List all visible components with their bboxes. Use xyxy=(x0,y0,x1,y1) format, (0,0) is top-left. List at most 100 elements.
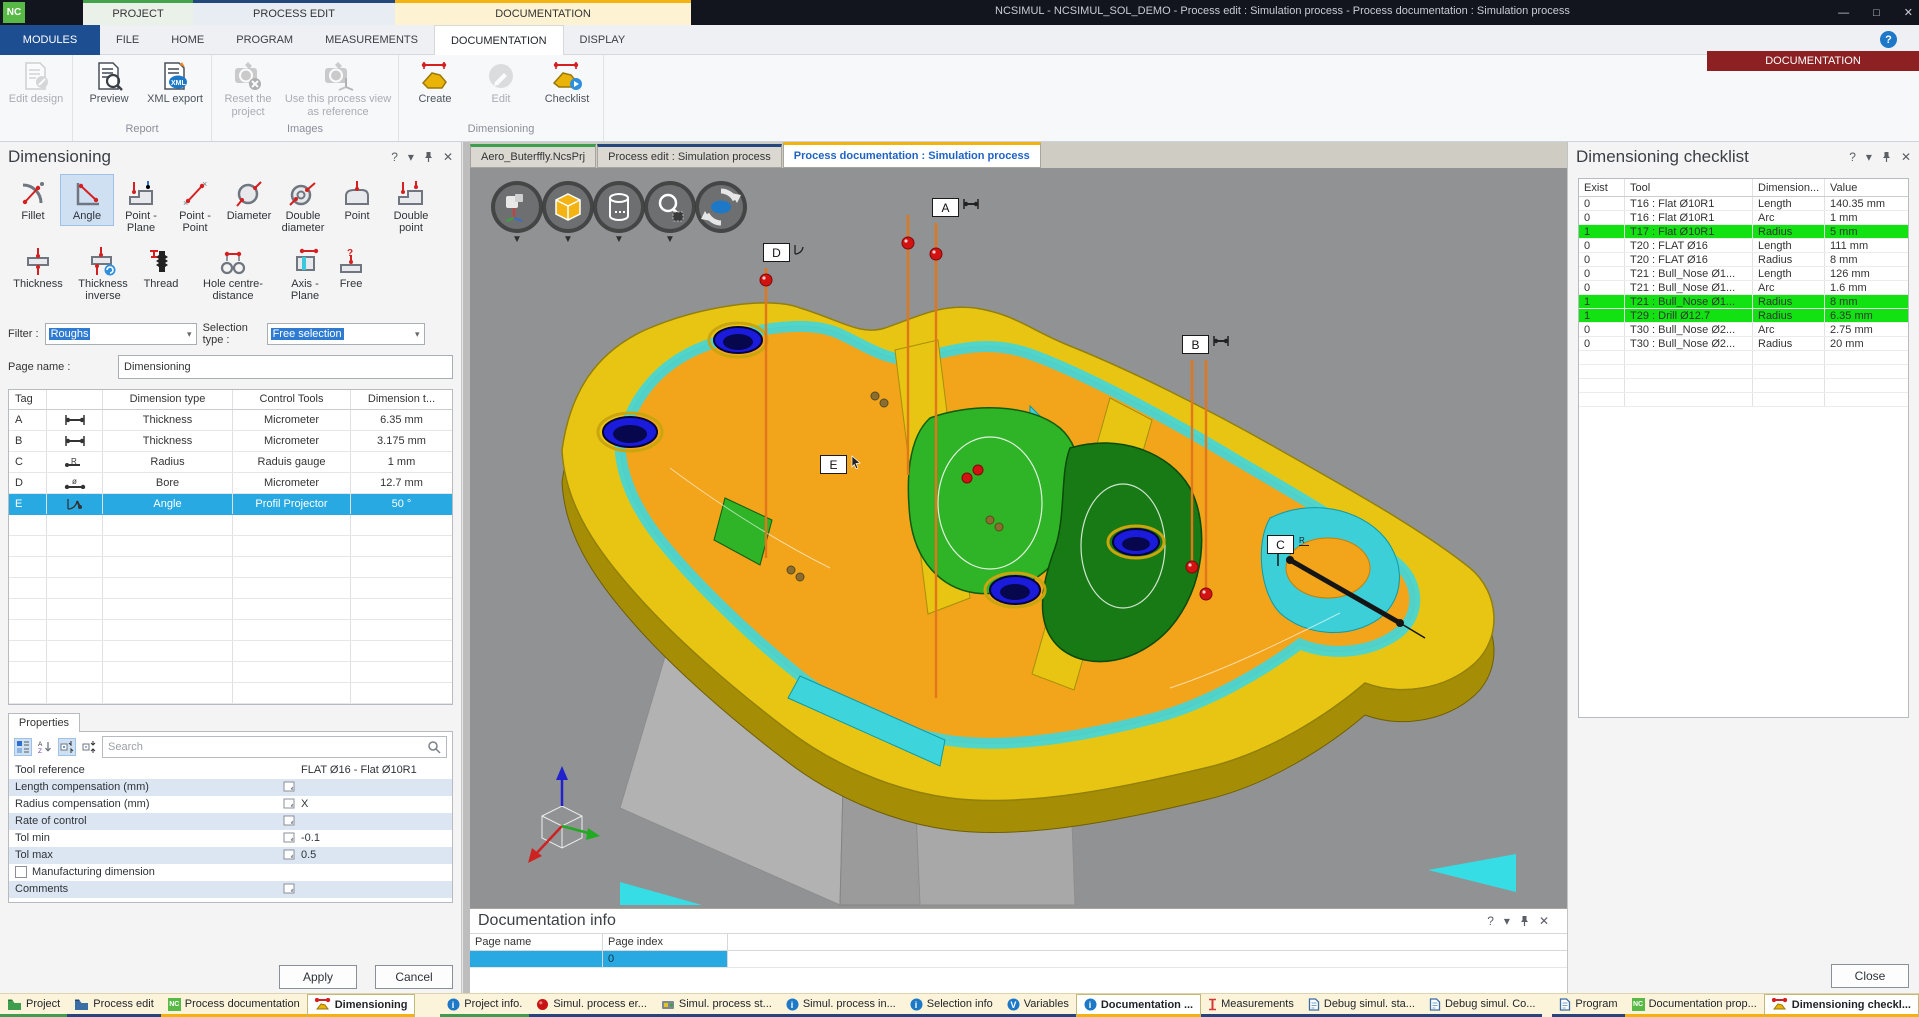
taskbar-item-measurements[interactable]: Measurements xyxy=(1201,994,1301,1017)
tool-point-point[interactable]: ××Point - Point xyxy=(168,174,222,238)
3d-viewport[interactable]: ▼▼▼▼ DABECR xyxy=(470,168,1567,908)
ribbon-tab-measurements[interactable]: MEASUREMENTS xyxy=(309,25,434,55)
panel-help-icon[interactable]: ? xyxy=(391,150,398,164)
property-row-manufacturing-dimension[interactable]: Manufacturing dimension xyxy=(9,864,452,881)
tool-double-point[interactable]: Double point xyxy=(384,174,438,238)
taskbar-item-process-documentation[interactable]: NCProcess documentation xyxy=(161,994,307,1017)
sort-az-icon[interactable]: AZ xyxy=(36,738,54,756)
checklist-row[interactable]: 0 T30 : Bull_Nose Ø2... Arc 2.75 mm xyxy=(1579,323,1908,337)
checklist-row[interactable]: 0 T21 : Bull_Nose Ø1... Length 126 mm xyxy=(1579,267,1908,281)
dimension-row-A[interactable]: A Thickness Micrometer 6.35 mm xyxy=(9,410,452,431)
dimension-row-E[interactable]: E Angle Profil Projector 50 ° xyxy=(9,494,452,515)
workspace-tab-documentation[interactable]: DOCUMENTATION xyxy=(395,0,691,25)
property-row-radius-compensation-mm-[interactable]: Radius compensation (mm)X xyxy=(9,796,452,813)
panel-close-icon[interactable]: ✕ xyxy=(1901,150,1911,164)
minimize-icon[interactable]: — xyxy=(1838,7,1849,19)
property-row-rate-of-control[interactable]: Rate of control xyxy=(9,813,452,830)
chevron-down-icon[interactable]: ▼ xyxy=(593,234,645,245)
create-button[interactable]: Create xyxy=(403,59,467,108)
panel-close-icon[interactable]: ✕ xyxy=(443,150,453,164)
cancel-button[interactable]: Cancel xyxy=(375,965,453,989)
ribbon-tab-documentation[interactable]: DOCUMENTATION xyxy=(434,25,564,55)
property-row-comments[interactable]: Comments xyxy=(9,881,452,898)
edit-field-icon[interactable] xyxy=(283,832,296,844)
taskbar-item-variables[interactable]: VVariables xyxy=(1000,994,1076,1017)
selection-type-combobox[interactable]: Free selection ▾ xyxy=(267,323,425,345)
taskbar-item-simul-process-st[interactable]: Simul. process st... xyxy=(654,994,779,1017)
panel-menu-icon[interactable]: ▾ xyxy=(408,150,414,164)
help-icon[interactable]: ? xyxy=(1880,31,1897,48)
ribbon-tab-program[interactable]: PROGRAM xyxy=(220,25,309,55)
tool-hole-cd[interactable]: Hole centre-distance xyxy=(186,242,280,306)
chevron-down-icon[interactable]: ▾ xyxy=(187,329,192,340)
checklist-row[interactable]: 1 T29 : Drill Ø12.7 Radius 6.35 mm xyxy=(1579,309,1908,323)
panel-help-icon[interactable]: ? xyxy=(1487,914,1494,928)
xml-export-button[interactable]: XMLXML export xyxy=(143,59,207,108)
dimension-row-B[interactable]: B Thickness Micrometer 3.175 mm xyxy=(9,431,452,452)
dimension-marker-D[interactable]: D xyxy=(763,243,807,262)
dimension-marker-A[interactable]: A xyxy=(932,198,980,217)
tab-modules[interactable]: MODULES xyxy=(0,25,100,55)
apply-button[interactable]: Apply xyxy=(279,965,357,989)
taskbar-item-simul-process-in[interactable]: iSimul. process in... xyxy=(779,994,903,1017)
tool-diameter[interactable]: Diameter xyxy=(222,174,276,226)
restore-icon[interactable]: □ xyxy=(1873,7,1880,19)
dimension-row-D[interactable]: D ø Bore Micrometer 12.7 mm xyxy=(9,473,452,494)
expand-icon[interactable] xyxy=(58,738,76,756)
tool-thickness[interactable]: Thickness xyxy=(6,242,70,294)
page-name-input[interactable]: Dimensioning xyxy=(118,355,453,379)
panel-close-icon[interactable]: ✕ xyxy=(1539,914,1549,928)
taskbar-item-program[interactable]: Program xyxy=(1552,994,1624,1017)
viewport-tab[interactable]: Aero_Buterffly.NcsPrj xyxy=(470,144,596,168)
dimension-row-C[interactable]: C R Radius Raduis gauge 1 mm xyxy=(9,452,452,473)
table-row[interactable]: 0 xyxy=(470,951,1567,968)
tool-thickness-inv[interactable]: Thickness inverse xyxy=(70,242,136,306)
tool-fillet[interactable]: Fillet xyxy=(6,174,60,226)
preview-button[interactable]: Preview xyxy=(77,59,141,108)
filter-combobox[interactable]: Roughs ▾ xyxy=(45,323,197,345)
checkbox[interactable] xyxy=(15,866,27,878)
tool-point-plane[interactable]: Point - Plane xyxy=(114,174,168,238)
taskbar-item-dimensioning[interactable]: Dimensioning xyxy=(307,994,416,1017)
chevron-down-icon[interactable]: ▼ xyxy=(491,234,543,245)
dimension-marker-C[interactable]: CR xyxy=(1267,535,1311,554)
collapse-icon[interactable] xyxy=(80,738,98,756)
table-header[interactable]: TagDimension type Control ToolsDimension… xyxy=(9,390,452,410)
ribbon-tab-home[interactable]: HOME xyxy=(155,25,220,55)
page-name-cell[interactable] xyxy=(470,951,603,967)
ribbon-tab-file[interactable]: FILE xyxy=(100,25,155,55)
workspace-tab-process-edit[interactable]: PROCESS EDIT xyxy=(193,0,395,25)
taskbar-item-project-info[interactable]: iProject info. xyxy=(440,994,529,1017)
taskbar-item-simul-process-er[interactable]: Simul. process er... xyxy=(529,994,654,1017)
checklist-row[interactable]: 0 T16 : Flat Ø10R1 Arc 1 mm xyxy=(1579,211,1908,225)
dimension-marker-B[interactable]: B xyxy=(1182,335,1230,354)
chevron-down-icon[interactable]: ▾ xyxy=(415,329,420,340)
taskbar-item-dimensioning-checkl[interactable]: Dimensioning checkl... xyxy=(1764,994,1919,1017)
viewport-tab[interactable]: Process documentation : Simulation proce… xyxy=(783,142,1041,168)
property-row-tool-reference[interactable]: Tool referenceFLAT Ø16 - Flat Ø10R1 xyxy=(9,762,452,779)
checklist-row[interactable]: 1 T17 : Flat Ø10R1 Radius 5 mm xyxy=(1579,225,1908,239)
edit-field-icon[interactable] xyxy=(283,781,296,793)
taskbar-item-documentation-prop[interactable]: NCDocumentation prop... xyxy=(1625,994,1764,1017)
tool-free[interactable]: ?Free xyxy=(330,242,372,294)
refresh-view-button[interactable] xyxy=(695,181,747,233)
taskbar-item-project[interactable]: Project xyxy=(0,994,67,1017)
tool-double-diameter[interactable]: Double diameter xyxy=(276,174,330,238)
property-row-tol-min[interactable]: Tol min-0.1 xyxy=(9,830,452,847)
stock-display-button[interactable] xyxy=(593,181,645,233)
tool-axis-plane[interactable]: Axis - Plane xyxy=(280,242,330,306)
solid-display-button[interactable] xyxy=(542,181,594,233)
view-orientation-button[interactable] xyxy=(491,181,543,233)
taskbar-item-selection-info[interactable]: iSelection info xyxy=(903,994,1000,1017)
column-header[interactable]: Page name xyxy=(470,934,603,950)
search-input[interactable]: Search xyxy=(102,736,447,758)
taskbar-item-process-edit[interactable]: Process edit xyxy=(67,994,161,1017)
taskbar-item-documentation[interactable]: iDocumentation ... xyxy=(1076,994,1201,1017)
checklist-row[interactable]: 0 T20 : FLAT Ø16 Length 111 mm xyxy=(1579,239,1908,253)
edit-field-icon[interactable] xyxy=(283,815,296,827)
checklist-header[interactable]: ExistToolDimension...Value xyxy=(1579,179,1908,197)
property-row-length-compensation-mm-[interactable]: Length compensation (mm) xyxy=(9,779,452,796)
tool-thread[interactable]: Thread xyxy=(136,242,186,294)
chevron-down-icon[interactable]: ▼ xyxy=(542,234,594,245)
close-button[interactable]: Close xyxy=(1831,964,1909,988)
